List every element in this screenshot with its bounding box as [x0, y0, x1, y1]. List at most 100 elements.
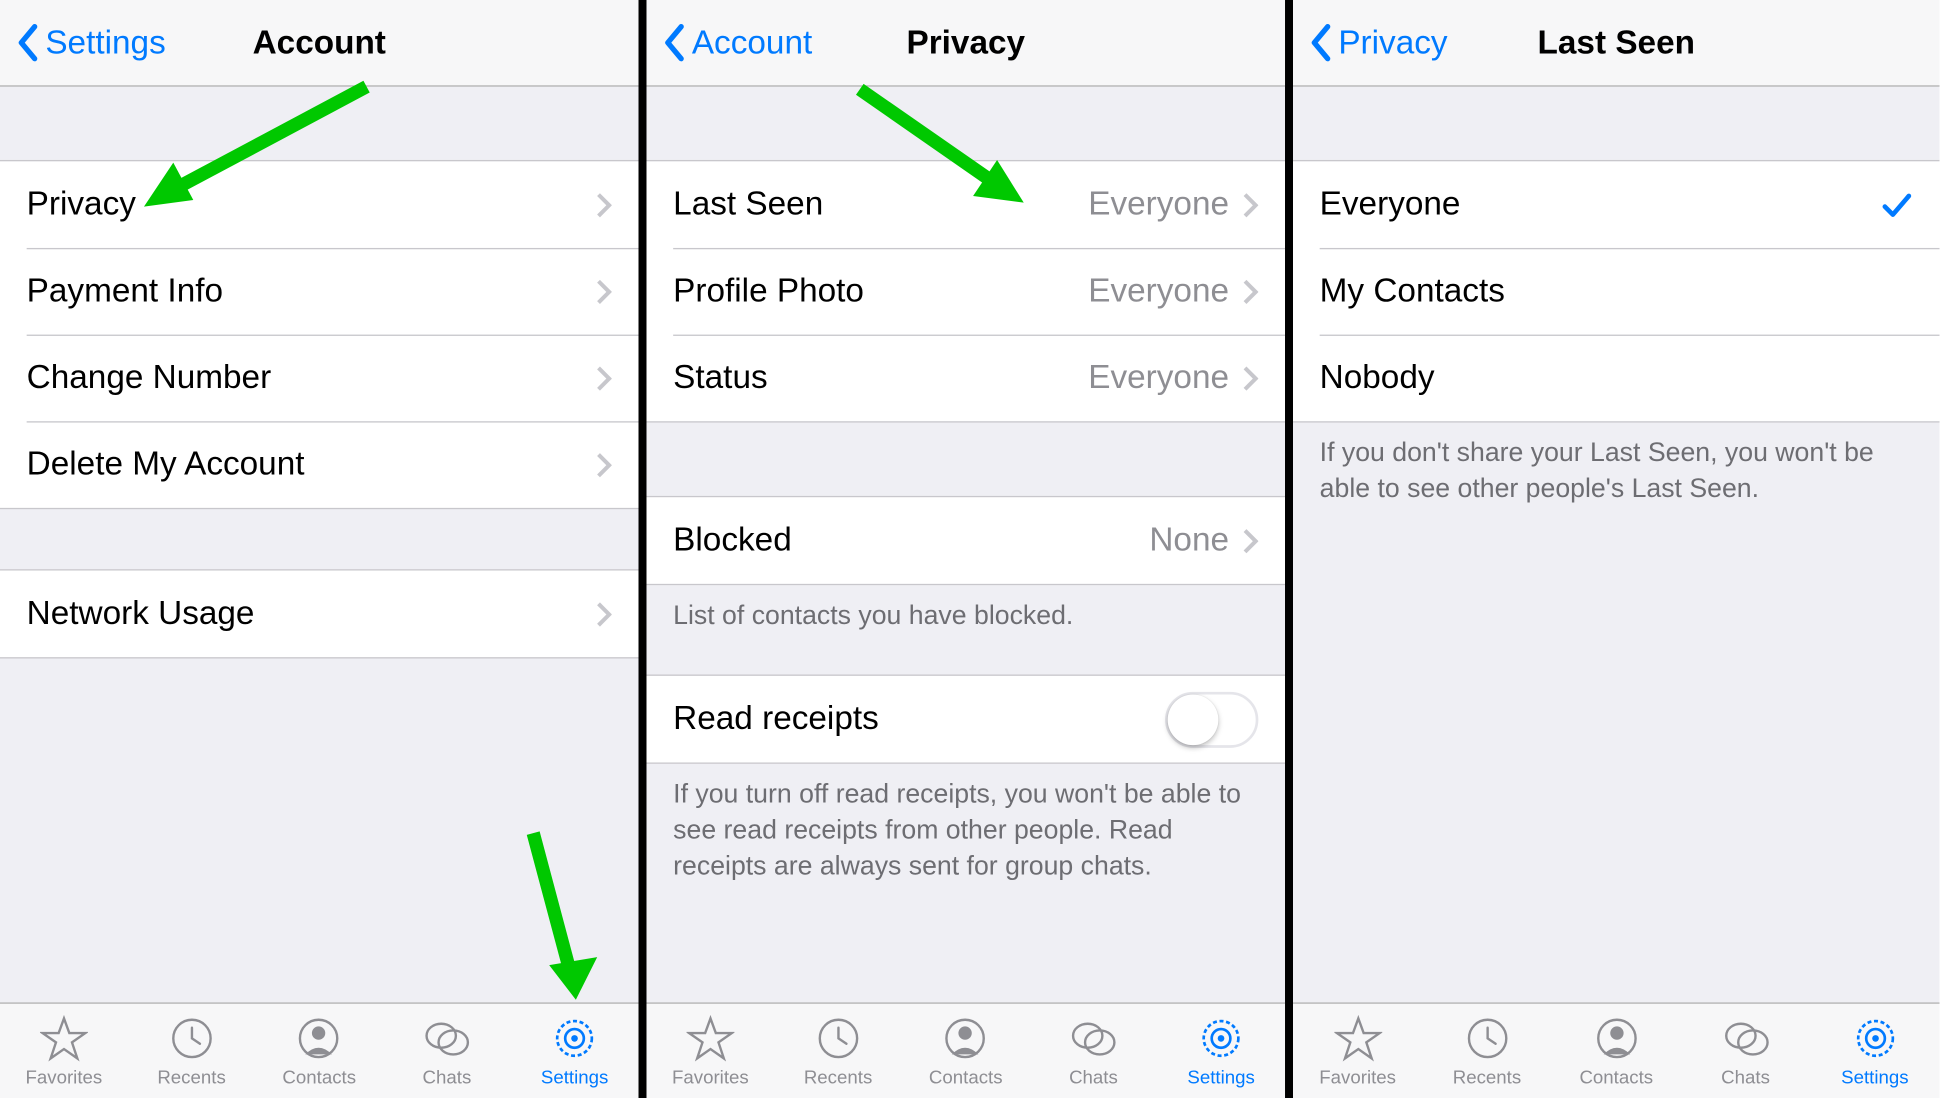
- row-label: Read receipts: [673, 700, 1165, 739]
- tab-recents[interactable]: Recents: [1422, 1004, 1551, 1098]
- tab-label: Favorites: [25, 1066, 102, 1087]
- navbar: Privacy Last Seen: [1293, 0, 1940, 87]
- tab-settings[interactable]: Settings: [1810, 1004, 1939, 1098]
- chevron-right-icon: [596, 451, 612, 478]
- row-network-usage[interactable]: Network Usage: [0, 571, 639, 658]
- tab-label: Favorites: [1319, 1066, 1396, 1087]
- tab-label: Settings: [1841, 1066, 1908, 1087]
- tabbar: Favorites Recents Contacts Chats Setting…: [647, 1002, 1286, 1098]
- tab-contacts[interactable]: Contacts: [255, 1004, 383, 1098]
- navbar: Account Privacy: [647, 0, 1286, 87]
- row-blocked[interactable]: Blocked None: [647, 497, 1286, 584]
- tab-chats[interactable]: Chats: [1030, 1004, 1158, 1098]
- star-icon: [686, 1014, 734, 1062]
- tab-favorites[interactable]: Favorites: [0, 1004, 128, 1098]
- tab-label: Recents: [157, 1066, 225, 1087]
- tab-label: Settings: [1187, 1066, 1254, 1087]
- option-nobody[interactable]: Nobody: [1293, 335, 1940, 422]
- row-last-seen[interactable]: Last Seen Everyone: [647, 161, 1286, 248]
- content: Privacy Payment Info Change Number Delet…: [0, 87, 639, 1003]
- tab-label: Contacts: [1579, 1066, 1653, 1087]
- tab-label: Contacts: [282, 1066, 356, 1087]
- content: Last Seen Everyone Profile Photo Everyon…: [647, 87, 1286, 1003]
- row-label: Profile Photo: [673, 272, 1088, 311]
- row-status[interactable]: Status Everyone: [647, 335, 1286, 422]
- page-title: Account: [253, 23, 386, 62]
- back-button[interactable]: Privacy: [1309, 23, 1448, 63]
- row-label: Last Seen: [673, 185, 1088, 224]
- chevron-right-icon: [596, 191, 612, 218]
- group-network: Network Usage: [0, 569, 639, 658]
- tab-label: Chats: [1721, 1066, 1770, 1087]
- group-options: Everyone My Contacts Nobody: [1293, 160, 1940, 423]
- row-label: Change Number: [27, 359, 596, 398]
- page-title: Last Seen: [1538, 23, 1695, 62]
- row-privacy[interactable]: Privacy: [0, 161, 639, 248]
- back-button[interactable]: Settings: [16, 23, 166, 63]
- option-everyone[interactable]: Everyone: [1293, 161, 1940, 248]
- chevron-right-icon: [1242, 365, 1258, 392]
- row-value: Everyone: [1088, 272, 1229, 311]
- gear-icon: [1197, 1014, 1245, 1062]
- row-value: Everyone: [1088, 359, 1229, 398]
- tab-favorites[interactable]: Favorites: [1293, 1004, 1422, 1098]
- person-icon: [295, 1014, 343, 1062]
- tabbar: Favorites Recents Contacts Chats Setting…: [1293, 1002, 1940, 1098]
- footer-text: List of contacts you have blocked.: [647, 585, 1286, 634]
- chats-icon: [1069, 1014, 1117, 1062]
- clock-icon: [814, 1014, 862, 1062]
- tabbar: Favorites Recents Contacts Chats Setting…: [0, 1002, 639, 1098]
- panel-account: Settings Account Privacy Payment Info Ch…: [0, 0, 647, 1098]
- tab-recents[interactable]: Recents: [774, 1004, 902, 1098]
- star-icon: [1334, 1014, 1382, 1062]
- row-label: Blocked: [673, 521, 1149, 560]
- tab-label: Recents: [1453, 1066, 1521, 1087]
- row-payment-info[interactable]: Payment Info: [0, 248, 639, 335]
- tab-settings[interactable]: Settings: [1157, 1004, 1285, 1098]
- option-my-contacts[interactable]: My Contacts: [1293, 248, 1940, 335]
- tab-label: Recents: [804, 1066, 872, 1087]
- tab-favorites[interactable]: Favorites: [647, 1004, 775, 1098]
- chevron-left-icon: [16, 23, 40, 63]
- group-visibility: Last Seen Everyone Profile Photo Everyon…: [647, 160, 1286, 423]
- row-label: Everyone: [1320, 185, 1881, 224]
- back-button[interactable]: Account: [663, 23, 813, 63]
- tab-recents[interactable]: Recents: [128, 1004, 256, 1098]
- row-read-receipts[interactable]: Read receipts: [647, 676, 1286, 763]
- row-label: Status: [673, 359, 1088, 398]
- chevron-right-icon: [596, 365, 612, 392]
- star-icon: [40, 1014, 88, 1062]
- chevron-right-icon: [1242, 278, 1258, 305]
- back-label: Privacy: [1338, 23, 1447, 62]
- person-icon: [942, 1014, 990, 1062]
- tab-contacts[interactable]: Contacts: [902, 1004, 1030, 1098]
- back-label: Settings: [45, 23, 165, 62]
- footer-text: If you turn off read receipts, you won't…: [647, 764, 1286, 885]
- navbar: Settings Account: [0, 0, 639, 87]
- row-profile-photo[interactable]: Profile Photo Everyone: [647, 248, 1286, 335]
- person-icon: [1592, 1014, 1640, 1062]
- chevron-left-icon: [663, 23, 687, 63]
- read-receipts-toggle[interactable]: [1165, 691, 1258, 747]
- row-label: Privacy: [27, 185, 596, 224]
- chats-icon: [1722, 1014, 1770, 1062]
- tab-contacts[interactable]: Contacts: [1552, 1004, 1681, 1098]
- row-label: Nobody: [1320, 359, 1913, 398]
- chevron-left-icon: [1309, 23, 1333, 63]
- chats-icon: [423, 1014, 471, 1062]
- tab-label: Settings: [541, 1066, 608, 1087]
- tab-chats[interactable]: Chats: [383, 1004, 511, 1098]
- tab-settings[interactable]: Settings: [511, 1004, 639, 1098]
- checkmark-icon: [1881, 191, 1913, 218]
- row-change-number[interactable]: Change Number: [0, 335, 639, 422]
- row-value: None: [1149, 521, 1229, 560]
- page-title: Privacy: [906, 23, 1025, 62]
- row-value: Everyone: [1088, 185, 1229, 224]
- tab-label: Chats: [1069, 1066, 1118, 1087]
- tab-chats[interactable]: Chats: [1681, 1004, 1810, 1098]
- chevron-right-icon: [596, 601, 612, 628]
- clock-icon: [1463, 1014, 1511, 1062]
- row-delete-account[interactable]: Delete My Account: [0, 421, 639, 508]
- back-label: Account: [692, 23, 812, 62]
- chevron-right-icon: [596, 278, 612, 305]
